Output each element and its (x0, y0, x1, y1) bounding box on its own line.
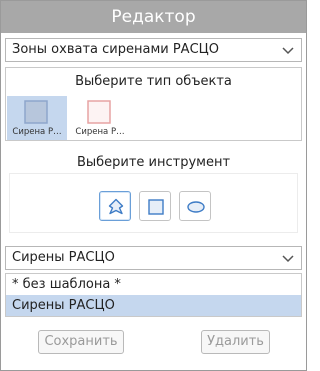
template-options-list: * без шаблона * Сирены РАСЦО (5, 273, 302, 317)
save-button[interactable]: Сохранить (38, 330, 124, 354)
template-select-value: Сирены РАСЦО (12, 250, 115, 265)
template-option[interactable]: * без шаблона * (6, 274, 301, 295)
template-option[interactable]: Сирены РАСЦО (6, 295, 301, 316)
object-type-siren-2[interactable]: Сирена Р… (70, 96, 130, 140)
ellipse-icon (187, 201, 205, 213)
editor-window: Редактор Зоны охвата сиренами РАСЦО Выбе… (0, 0, 307, 371)
chevron-down-icon (282, 255, 294, 263)
object-type-panel: Выберите тип объекта Сирена Р… Сирена Р… (5, 67, 302, 141)
square-icon (148, 199, 164, 215)
object-type-label: Сирена Р… (12, 127, 62, 137)
object-type-siren-1[interactable]: Сирена Р… (7, 96, 67, 140)
blue-square-icon (24, 100, 48, 124)
window-title: Редактор (1, 1, 306, 33)
tool-title: Выберите инструмент (76, 155, 231, 170)
delete-button[interactable]: Удалить (201, 330, 270, 354)
tool-ellipse-button[interactable] (179, 191, 211, 221)
tool-square-button[interactable] (139, 191, 171, 221)
red-square-icon (87, 100, 111, 124)
layer-select[interactable]: Зоны охвата сиренами РАСЦО (5, 38, 302, 62)
pin-icon (108, 198, 124, 215)
object-type-label: Сирена Р… (75, 127, 125, 137)
tool-panel (9, 173, 298, 233)
object-type-title: Выберите тип объекта (75, 74, 232, 89)
layer-select-value: Зоны охвата сиренами РАСЦО (12, 42, 219, 57)
template-select[interactable]: Сирены РАСЦО (5, 246, 302, 270)
tool-point-button[interactable] (99, 191, 131, 221)
chevron-down-icon (282, 47, 294, 55)
